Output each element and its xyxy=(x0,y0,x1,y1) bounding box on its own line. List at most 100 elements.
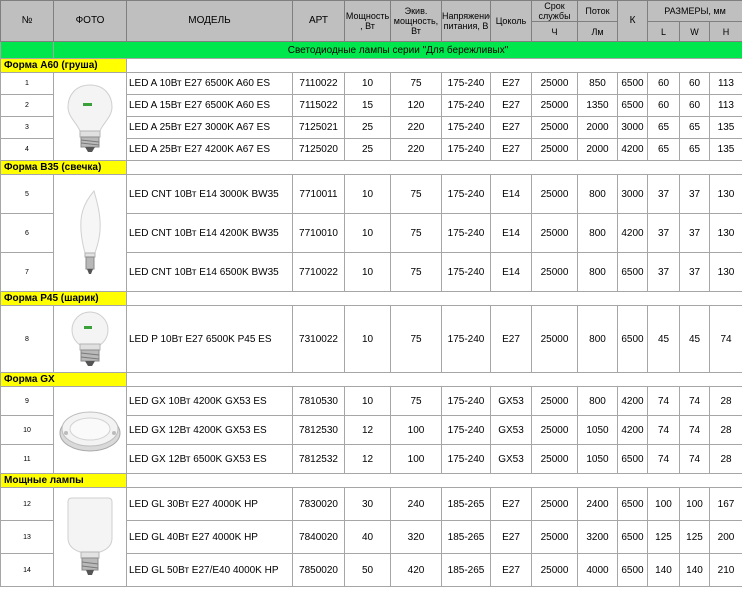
header-equiv: Экив. мощность, Вт xyxy=(390,0,442,42)
lifetime-cell: 25000 xyxy=(531,252,578,292)
lifetime-cell: 25000 xyxy=(531,94,578,117)
header-k: К xyxy=(617,0,648,42)
row-number: 7 xyxy=(0,252,54,292)
lifetime-cell: 25000 xyxy=(531,487,578,521)
series-title: Светодиодные лампы серии "Для бережливых… xyxy=(52,41,742,59)
power-cell: 40 xyxy=(344,520,391,554)
flux-cell: 800 xyxy=(577,386,618,416)
model-cell: LED A 25Вт E27 3000K A67 ES xyxy=(126,116,293,139)
voltage-cell: 185-265 xyxy=(441,487,491,521)
height-cell: 130 xyxy=(708,174,742,214)
header-flux: Поток xyxy=(577,0,618,22)
color-temp-cell: 6500 xyxy=(617,252,648,292)
art-cell: 7812530 xyxy=(292,415,345,445)
row-number: 6 xyxy=(0,213,54,253)
base-cell: E27 xyxy=(490,72,532,95)
power-cell: 50 xyxy=(344,553,391,587)
art-cell: 7810530 xyxy=(292,386,345,416)
p45-bulb-photo xyxy=(53,305,127,373)
base-cell: E27 xyxy=(490,138,532,161)
row-number: 14 xyxy=(0,553,54,587)
high-power-bulb-photo xyxy=(53,487,127,587)
voltage-cell: 175-240 xyxy=(441,415,491,445)
flux-cell: 1350 xyxy=(577,94,618,117)
height-cell: 135 xyxy=(708,138,742,161)
header-power: Мощность , Вт xyxy=(344,0,391,42)
equiv-power-cell: 100 xyxy=(390,444,442,474)
width-cell: 45 xyxy=(679,305,710,373)
lifetime-cell: 25000 xyxy=(531,138,578,161)
lifetime-cell: 25000 xyxy=(531,174,578,214)
base-cell: E14 xyxy=(490,252,532,292)
section-spacer xyxy=(125,372,742,387)
lifetime-cell: 25000 xyxy=(531,213,578,253)
lifetime-cell: 25000 xyxy=(531,415,578,445)
header-life-unit: Ч xyxy=(531,21,578,42)
flux-cell: 1050 xyxy=(577,444,618,474)
equiv-power-cell: 75 xyxy=(390,72,442,95)
model-cell: LED CNT 10Вт E14 3000K BW35 xyxy=(126,174,293,214)
power-cell: 25 xyxy=(344,116,391,139)
length-cell: 37 xyxy=(647,252,680,292)
equiv-power-cell: 220 xyxy=(390,116,442,139)
row-number: 12 xyxy=(0,487,54,521)
power-cell: 10 xyxy=(344,213,391,253)
base-cell: E27 xyxy=(490,94,532,117)
height-cell: 113 xyxy=(708,94,742,117)
header-num: № xyxy=(0,0,54,42)
flux-cell: 800 xyxy=(577,305,618,373)
width-cell: 125 xyxy=(679,520,710,554)
lifetime-cell: 25000 xyxy=(531,72,578,95)
color-temp-cell: 6500 xyxy=(617,553,648,587)
model-cell: LED GL 30Вт E27 4000K HP xyxy=(126,487,293,521)
equiv-power-cell: 75 xyxy=(390,252,442,292)
row-number: 11 xyxy=(0,444,54,474)
base-cell: E27 xyxy=(490,116,532,139)
color-temp-cell: 4200 xyxy=(617,386,648,416)
model-cell: LED GX 10Вт 4200K GX53 ES xyxy=(126,386,293,416)
art-cell: 7115022 xyxy=(292,94,345,117)
equiv-power-cell: 75 xyxy=(390,386,442,416)
art-cell: 7125020 xyxy=(292,138,345,161)
length-cell: 74 xyxy=(647,386,680,416)
header-voltage: Напряжение питания, В xyxy=(441,0,491,42)
lifetime-cell: 25000 xyxy=(531,386,578,416)
power-cell: 12 xyxy=(344,415,391,445)
row-number: 2 xyxy=(0,94,54,117)
section-spacer xyxy=(125,473,742,488)
header-model: МОДЕЛЬ xyxy=(126,0,293,42)
power-cell: 10 xyxy=(344,174,391,214)
row-number: 9 xyxy=(0,386,54,416)
title-spacer xyxy=(0,41,54,59)
length-cell: 60 xyxy=(647,72,680,95)
equiv-power-cell: 320 xyxy=(390,520,442,554)
equiv-power-cell: 75 xyxy=(390,174,442,214)
a60-bulb-photo xyxy=(53,72,127,161)
voltage-cell: 175-240 xyxy=(441,305,491,373)
height-cell: 28 xyxy=(708,386,742,416)
model-cell: LED GL 40Вт E27 4000K HP xyxy=(126,520,293,554)
section-spacer xyxy=(125,58,742,73)
power-cell: 25 xyxy=(344,138,391,161)
voltage-cell: 175-240 xyxy=(441,444,491,474)
row-number: 10 xyxy=(0,415,54,445)
length-cell: 37 xyxy=(647,174,680,214)
flux-cell: 3200 xyxy=(577,520,618,554)
section-label: Форма Р45 (шарик) xyxy=(0,291,127,306)
row-number: 13 xyxy=(0,520,54,554)
height-cell: 167 xyxy=(708,487,742,521)
base-cell: E27 xyxy=(490,305,532,373)
length-cell: 125 xyxy=(647,520,680,554)
art-cell: 7110022 xyxy=(292,72,345,95)
flux-cell: 850 xyxy=(577,72,618,95)
height-cell: 28 xyxy=(708,444,742,474)
equiv-power-cell: 75 xyxy=(390,213,442,253)
color-temp-cell: 4200 xyxy=(617,138,648,161)
width-cell: 37 xyxy=(679,174,710,214)
lifetime-cell: 25000 xyxy=(531,116,578,139)
base-cell: E27 xyxy=(490,553,532,587)
model-cell: LED GX 12Вт 4200K GX53 ES xyxy=(126,415,293,445)
model-cell: LED CNT 10Вт E14 4200K BW35 xyxy=(126,213,293,253)
voltage-cell: 175-240 xyxy=(441,213,491,253)
color-temp-cell: 3000 xyxy=(617,116,648,139)
